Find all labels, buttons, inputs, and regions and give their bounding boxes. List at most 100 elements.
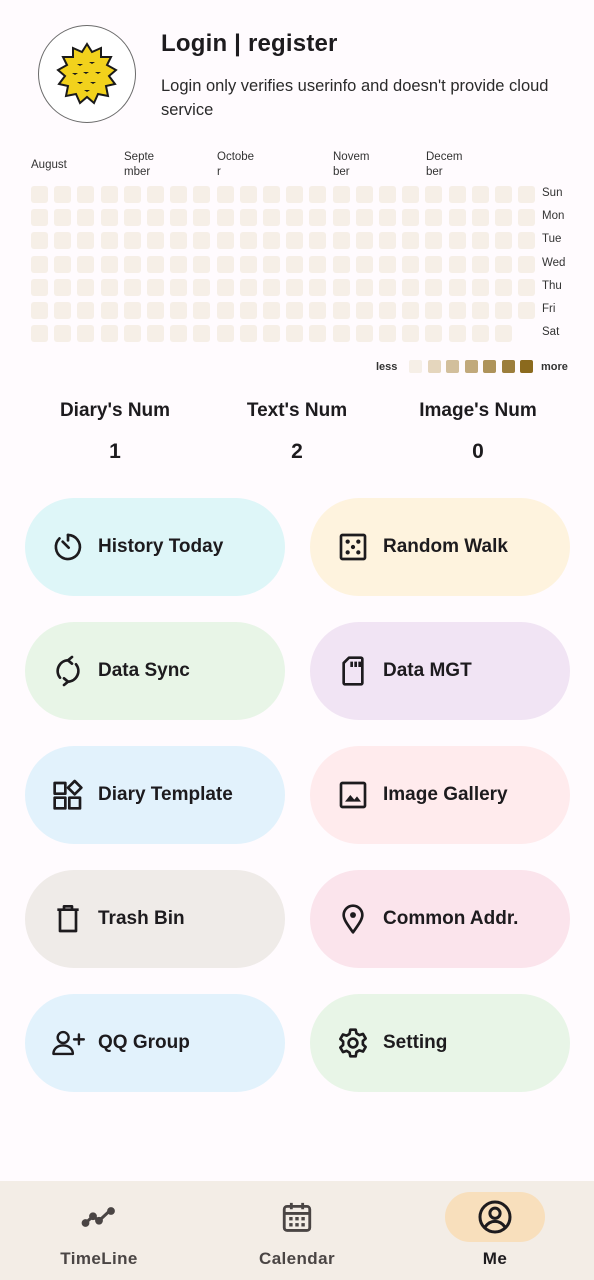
- heatmap-cell[interactable]: [379, 278, 396, 296]
- heatmap-cell[interactable]: [54, 302, 72, 319]
- heatmap-cell[interactable]: [402, 278, 420, 296]
- heatmap-cell[interactable]: [448, 209, 466, 227]
- heatmap-cell[interactable]: [77, 232, 95, 250]
- nav-timeline[interactable]: TimeLine: [0, 1181, 198, 1280]
- heatmap-cell[interactable]: [495, 232, 512, 250]
- heatmap-cell[interactable]: [471, 186, 489, 203]
- heatmap-cell[interactable]: [471, 325, 489, 343]
- heatmap-cell[interactable]: [518, 302, 536, 319]
- heatmap-cell[interactable]: [402, 255, 420, 273]
- heatmap-cell[interactable]: [402, 232, 420, 250]
- heatmap-cell[interactable]: [332, 325, 350, 343]
- heatmap-cell[interactable]: [216, 255, 234, 273]
- heatmap-cell[interactable]: [425, 325, 443, 343]
- heatmap-cell[interactable]: [147, 255, 164, 273]
- heatmap-cell[interactable]: [425, 209, 443, 227]
- heatmap-cell[interactable]: [309, 255, 327, 273]
- heatmap-cell[interactable]: [495, 325, 512, 343]
- heatmap-cell[interactable]: [123, 325, 141, 343]
- heatmap-cell[interactable]: [402, 325, 420, 343]
- nav-calendar[interactable]: Calendar: [198, 1181, 396, 1280]
- heatmap-cell[interactable]: [355, 232, 373, 250]
- heatmap-cell[interactable]: [147, 209, 164, 227]
- heatmap-cell[interactable]: [193, 255, 211, 273]
- heatmap-cell[interactable]: [495, 255, 512, 273]
- heatmap-cell[interactable]: [31, 302, 48, 319]
- heatmap-cell[interactable]: [332, 278, 350, 296]
- heatmap-cell[interactable]: [54, 186, 72, 203]
- heatmap-cell[interactable]: [193, 278, 211, 296]
- heatmap-cell[interactable]: [77, 278, 95, 296]
- heatmap-cell[interactable]: [77, 302, 95, 319]
- heatmap-cell[interactable]: [239, 232, 257, 250]
- heatmap-cell[interactable]: [332, 232, 350, 250]
- heatmap-cell[interactable]: [379, 325, 396, 343]
- heatmap-cell[interactable]: [193, 209, 211, 227]
- heatmap-cell[interactable]: [471, 302, 489, 319]
- heatmap-cell[interactable]: [100, 255, 118, 273]
- heatmap-cell[interactable]: [425, 278, 443, 296]
- heatmap-cell[interactable]: [425, 302, 443, 319]
- heatmap-cell[interactable]: [193, 302, 211, 319]
- heatmap-cell[interactable]: [495, 278, 512, 296]
- heatmap-cell[interactable]: [355, 186, 373, 203]
- heatmap-cell[interactable]: [216, 232, 234, 250]
- heatmap-cell[interactable]: [425, 186, 443, 203]
- heatmap-cell[interactable]: [77, 209, 95, 227]
- random-walk-button[interactable]: Random Walk: [310, 498, 570, 596]
- heatmap-cell[interactable]: [54, 255, 72, 273]
- heatmap-cell[interactable]: [495, 186, 512, 203]
- heatmap-cell[interactable]: [170, 232, 188, 250]
- heatmap-cell[interactable]: [332, 209, 350, 227]
- image-gallery-button[interactable]: Image Gallery: [310, 746, 570, 844]
- heatmap-cell[interactable]: [170, 255, 188, 273]
- heatmap-cell[interactable]: [332, 302, 350, 319]
- heatmap-cell[interactable]: [216, 302, 234, 319]
- heatmap-cell[interactable]: [31, 186, 48, 203]
- heatmap-cell[interactable]: [518, 186, 536, 203]
- heatmap-cell[interactable]: [263, 232, 280, 250]
- heatmap-cell[interactable]: [170, 186, 188, 203]
- heatmap-cell[interactable]: [216, 209, 234, 227]
- heatmap-cell[interactable]: [448, 278, 466, 296]
- heatmap-cell[interactable]: [286, 278, 304, 296]
- heatmap-cell[interactable]: [332, 186, 350, 203]
- heatmap-cell[interactable]: [77, 186, 95, 203]
- heatmap-cell[interactable]: [170, 278, 188, 296]
- heatmap-cell[interactable]: [471, 255, 489, 273]
- heatmap-cell[interactable]: [471, 209, 489, 227]
- heatmap-cell[interactable]: [286, 325, 304, 343]
- heatmap-cell[interactable]: [239, 209, 257, 227]
- heatmap-cell[interactable]: [518, 255, 536, 273]
- heatmap-cell[interactable]: [448, 232, 466, 250]
- heatmap-cell[interactable]: [518, 232, 536, 250]
- heatmap-cell[interactable]: [100, 302, 118, 319]
- heatmap-cell[interactable]: [379, 302, 396, 319]
- heatmap-cell[interactable]: [263, 325, 280, 343]
- heatmap-cell[interactable]: [123, 278, 141, 296]
- nav-me[interactable]: Me: [396, 1181, 594, 1280]
- heatmap-cell[interactable]: [495, 302, 512, 319]
- heatmap-cell[interactable]: [123, 186, 141, 203]
- heatmap-cell[interactable]: [309, 186, 327, 203]
- heatmap-cell[interactable]: [355, 209, 373, 227]
- heatmap-cell[interactable]: [286, 209, 304, 227]
- heatmap-cell[interactable]: [31, 209, 48, 227]
- heatmap-cell[interactable]: [286, 232, 304, 250]
- heatmap-cell[interactable]: [77, 325, 95, 343]
- heatmap-cell[interactable]: [31, 232, 48, 250]
- setting-button[interactable]: Setting: [310, 994, 570, 1092]
- heatmap-cell[interactable]: [263, 255, 280, 273]
- heatmap-cell[interactable]: [239, 186, 257, 203]
- heatmap-cell[interactable]: [147, 186, 164, 203]
- heatmap-cell[interactable]: [100, 186, 118, 203]
- heatmap-cell[interactable]: [471, 232, 489, 250]
- heatmap-cell[interactable]: [239, 255, 257, 273]
- heatmap-cell[interactable]: [216, 325, 234, 343]
- heatmap-cell[interactable]: [263, 186, 280, 203]
- heatmap-cell[interactable]: [263, 209, 280, 227]
- heatmap-cell[interactable]: [309, 325, 327, 343]
- heatmap-cell[interactable]: [379, 255, 396, 273]
- heatmap-cell[interactable]: [355, 255, 373, 273]
- heatmap-cell[interactable]: [100, 278, 118, 296]
